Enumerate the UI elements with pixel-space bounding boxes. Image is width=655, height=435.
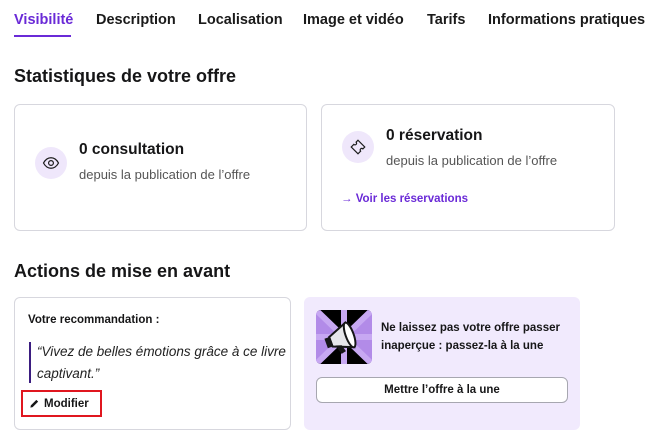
feature-offer-button[interactable]: Mettre l’offre à la une bbox=[316, 377, 568, 403]
tab-image-video[interactable]: Image et vidéo bbox=[303, 12, 404, 28]
megaphone-icon bbox=[316, 310, 372, 364]
highlight-section-title: Actions de mise en avant bbox=[14, 261, 231, 281]
recommendation-card: Votre recommandation : “Vivez de belles … bbox=[14, 297, 291, 430]
pencil-icon bbox=[30, 399, 39, 408]
active-tab-indicator bbox=[14, 35, 71, 37]
view-bookings-link[interactable]: → Voir les réservations bbox=[341, 193, 468, 205]
stats-section-title: Statistiques de votre offre bbox=[14, 66, 237, 86]
bookings-stat-card: 0 réservation depuis la publication de l… bbox=[321, 104, 615, 231]
recommendation-quote: “Vivez de belles émotions grâce à ce liv… bbox=[37, 344, 286, 381]
recommendation-label: Votre recommandation : bbox=[28, 314, 160, 326]
views-stat-card: 0 consultation depuis la publication de … bbox=[14, 104, 307, 231]
tab-description[interactable]: Description bbox=[96, 12, 176, 28]
tab-tarifs[interactable]: Tarifs bbox=[427, 12, 465, 28]
modify-button[interactable]: Modifier bbox=[21, 390, 102, 417]
views-subtitle: depuis la publication de l’offre bbox=[79, 167, 251, 182]
tab-informations-pratiques[interactable]: Informations pratiques bbox=[488, 12, 645, 28]
tab-visibilite[interactable]: Visibilité bbox=[14, 12, 73, 28]
views-count: 0 consultation bbox=[79, 141, 185, 158]
tab-bar: Visibilité Description Localisation Imag… bbox=[0, 0, 655, 40]
promo-text: Ne laissez pas votre offre passer inaper… bbox=[381, 322, 560, 352]
eye-icon bbox=[35, 147, 67, 179]
modify-label: Modifier bbox=[44, 397, 89, 410]
quote-bar bbox=[29, 342, 31, 383]
bookings-count: 0 réservation bbox=[386, 127, 483, 144]
ticket-icon bbox=[342, 131, 374, 163]
bookings-subtitle: depuis la publication de l’offre bbox=[386, 153, 558, 168]
promo-card: Ne laissez pas votre offre passer inaper… bbox=[304, 297, 580, 430]
tab-localisation[interactable]: Localisation bbox=[198, 12, 283, 28]
